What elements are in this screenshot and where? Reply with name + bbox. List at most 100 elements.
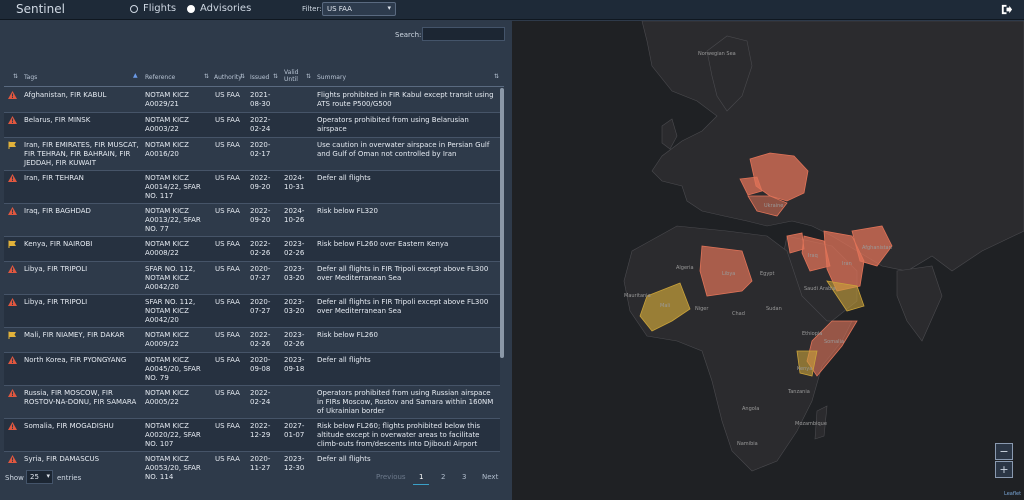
table-row[interactable]: Libya, FIR TRIPOLI SFAR NO. 112, NOTAM KI…: [4, 262, 500, 295]
cell-tags: Iraq, FIR BAGHDAD: [24, 207, 91, 215]
app-title: Sentinel: [16, 2, 65, 16]
table-row[interactable]: Belarus, FIR MINSK NOTAM KICZ A0003/22 US …: [4, 113, 500, 138]
table-row[interactable]: Iran, FIR TEHRAN NOTAM KICZ A0014/22, SFA…: [4, 171, 500, 204]
header-summary[interactable]: Summary: [317, 74, 346, 81]
table-row[interactable]: Russia, FIR MOSCOW, FIR ROSTOV-NA-DONU, …: [4, 386, 500, 419]
cell-summary: Risk below FL260; flights prohibited bel…: [317, 422, 481, 448]
map-label: Kenya: [797, 366, 813, 372]
map-label: Egypt: [760, 271, 775, 277]
page-size-value: 25: [30, 473, 39, 481]
top-bar: Sentinel Flights Advisories Filter: US F…: [0, 0, 1024, 20]
filter-select[interactable]: US FAA ▾: [322, 2, 396, 16]
warning-icon: [8, 265, 17, 273]
cell-reference: NOTAM KICZ A0014/22, SFAR NO. 117: [145, 174, 201, 200]
zoom-out-button[interactable]: −: [995, 443, 1013, 460]
flights-radio[interactable]: Flights: [130, 3, 176, 14]
table-row[interactable]: Libya, FIR TRIPOLI SFAR NO. 112, NOTAM KI…: [4, 295, 500, 328]
cell-authority: US FAA: [215, 331, 240, 339]
map-label: Angola: [742, 406, 760, 412]
cell-reference: NOTAM KICZ A0045/20, SFAR NO. 79: [145, 356, 201, 382]
next-page-button[interactable]: Next: [476, 470, 504, 484]
table-row[interactable]: North Korea, FIR PYONGYANG NOTAM KICZ A00…: [4, 353, 500, 386]
cell-reference: NOTAM KICZ A0003/22: [145, 116, 189, 133]
cell-authority: US FAA: [215, 207, 240, 215]
sort-asc-icon[interactable]: ▲: [133, 72, 138, 79]
cell-tags: Afghanistan, FIR KABUL: [24, 91, 107, 99]
header-reference[interactable]: Reference: [145, 74, 175, 81]
filter-label: Filter:: [302, 5, 322, 13]
warning-icon: [8, 298, 17, 306]
table-row[interactable]: Iran, FIR EMIRATES, FIR MUSCAT, FIR TEHR…: [4, 138, 500, 171]
page-size-select[interactable]: 25 ▾: [26, 470, 53, 484]
cell-valid-until: 2024-10-31: [284, 174, 305, 191]
warning-icon: [8, 174, 17, 182]
page-3-button[interactable]: 3: [456, 470, 472, 484]
header-issued[interactable]: Issued: [250, 74, 269, 81]
warning-icon: [8, 455, 17, 463]
cell-reference: SFAR NO. 112, NOTAM KICZ A0042/20: [145, 298, 196, 324]
header-valid-until[interactable]: Valid Until: [284, 69, 304, 83]
map-attribution[interactable]: Leaflet: [1004, 491, 1021, 497]
flights-label: Flights: [143, 3, 177, 14]
cell-summary: Defer all flights in FIR Tripoli except …: [317, 265, 489, 282]
cell-authority: US FAA: [215, 422, 240, 430]
map-label: Sudan: [766, 306, 782, 312]
table-row[interactable]: Iraq, FIR BAGHDAD NOTAM KICZ A0013/22, SF…: [4, 204, 500, 237]
cell-summary: Operators prohibited from using Russian …: [317, 389, 494, 415]
cell-authority: US FAA: [215, 141, 240, 149]
cell-authority: US FAA: [215, 389, 240, 397]
header-authority[interactable]: Authority: [214, 74, 242, 81]
cell-authority: US FAA: [215, 91, 240, 99]
table-row[interactable]: Mali, FIR NIAMEY, FIR DAKAR NOTAM KICZ A0…: [4, 328, 500, 353]
map-label: Norwegian Sea: [698, 51, 736, 57]
previous-page-button[interactable]: Previous: [370, 470, 412, 484]
cell-valid-until: 2023-02-26: [284, 240, 305, 257]
advisories-radio[interactable]: Advisories: [187, 3, 251, 14]
map-label: Ukraine: [764, 203, 784, 209]
cell-issued: 2022-09-20: [250, 207, 271, 224]
map-label: Afghanistan: [862, 245, 892, 251]
warning-icon: [8, 422, 17, 430]
header-tags[interactable]: Tags: [24, 74, 37, 81]
cell-summary: Flights prohibited in FIR Kabul except t…: [317, 91, 494, 108]
map-canvas: [512, 21, 1024, 500]
cell-summary: Risk below FL260 over Eastern Kenya: [317, 240, 449, 248]
flag-icon: [8, 141, 17, 149]
cell-reference: NOTAM KICZ A0005/22: [145, 389, 189, 406]
map-label: Iraq: [808, 253, 818, 259]
cell-reference: SFAR NO. 112, NOTAM KICZ A0042/20: [145, 265, 196, 291]
cell-valid-until: 2027-01-07: [284, 422, 305, 439]
map-label: Niger: [695, 306, 709, 312]
warning-icon: [8, 91, 17, 99]
cell-issued: 2020-02-17: [250, 141, 271, 158]
cell-authority: US FAA: [215, 240, 240, 248]
cell-issued: 2022-02-26: [250, 240, 271, 257]
cell-tags: Libya, FIR TRIPOLI: [24, 265, 88, 273]
zoom-in-button[interactable]: +: [995, 461, 1013, 478]
cell-issued: 2022-02-26: [250, 331, 271, 348]
cell-issued: 2020-07-27: [250, 298, 271, 315]
cell-issued: 2022-02-24: [250, 116, 271, 133]
table-row[interactable]: Afghanistan, FIR KABUL NOTAM KICZ A0029/2…: [4, 88, 500, 113]
map-label: Chad: [732, 311, 745, 317]
vertical-scrollbar[interactable]: [500, 88, 504, 358]
page-2-button[interactable]: 2: [435, 470, 451, 484]
table-row[interactable]: Somalia, FIR MOGADISHU NOTAM KICZ A0020/2…: [4, 419, 500, 452]
map-view[interactable]: Norwegian Sea Algeria Libya Egypt Mali M…: [512, 21, 1024, 500]
sort-icon[interactable]: ⇅: [306, 73, 311, 80]
sort-icon[interactable]: ⇅: [204, 73, 209, 80]
logout-icon[interactable]: [1000, 3, 1013, 16]
sort-icon[interactable]: ⇅: [273, 73, 278, 80]
search-input[interactable]: [422, 27, 505, 41]
table-row[interactable]: Kenya, FIR NAIROBI NOTAM KICZ A0008/22 US …: [4, 237, 500, 262]
sort-icon[interactable]: ⇅: [494, 73, 499, 80]
sort-icon[interactable]: ⇅: [13, 73, 18, 80]
page-1-button[interactable]: 1: [413, 470, 430, 485]
cell-tags: North Korea, FIR PYONGYANG: [24, 356, 127, 364]
sort-icon[interactable]: ⇅: [240, 73, 245, 80]
cell-tags: Russia, FIR MOSCOW, FIR ROSTOV-NA-DONU, …: [24, 389, 137, 406]
cell-authority: US FAA: [215, 455, 240, 463]
zone-syria: [786, 232, 805, 254]
cell-valid-until: 2023-03-20: [284, 298, 305, 315]
cell-issued: 2020-09-08: [250, 356, 271, 373]
